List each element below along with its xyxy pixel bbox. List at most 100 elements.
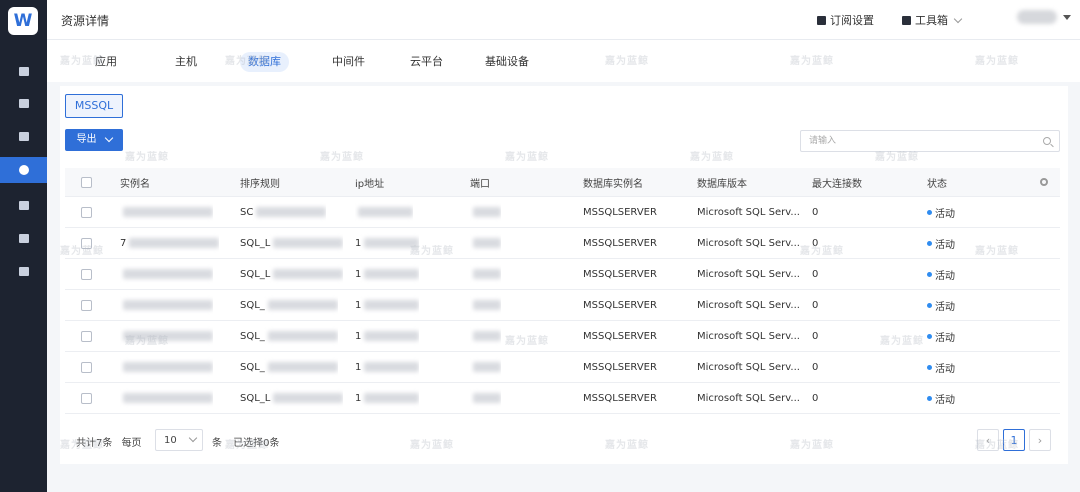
- page-size-select[interactable]: 10: [155, 429, 203, 451]
- toolbox-dropdown[interactable]: 工具箱: [902, 12, 963, 28]
- redacted-value: [473, 238, 501, 248]
- select-all-checkbox[interactable]: [81, 168, 92, 196]
- cell-text: MSSQLSERVER: [583, 206, 657, 218]
- row-checkbox[interactable]: [81, 290, 92, 320]
- page-number-button[interactable]: 1: [1003, 429, 1025, 451]
- cell-max-conn: 0: [812, 290, 818, 320]
- cell-text: Microsoft SQL Serv...: [697, 361, 800, 373]
- table-row[interactable]: SQL_L 1 MSSQLSERVER Microsoft SQL Serv... 0 活…: [65, 383, 1060, 414]
- redacted-value: [473, 393, 501, 403]
- cell-text: 7: [120, 237, 127, 249]
- table-row[interactable]: SQL_L 1 MSSQLSERVER Microsoft SQL Serv... 0 活…: [65, 259, 1060, 290]
- table-row[interactable]: SQL_ 1 MSSQLSERVER Microsoft SQL Serv... 0 活动: [65, 352, 1060, 383]
- monitor-icon[interactable]: [0, 125, 47, 147]
- search-input[interactable]: 请输入: [800, 130, 1060, 152]
- row-checkbox[interactable]: [81, 197, 92, 227]
- grid-icon[interactable]: [0, 260, 47, 282]
- redacted-value: [123, 269, 213, 279]
- chevron-down-icon: [188, 433, 197, 443]
- redacted-value: [123, 300, 213, 310]
- table-row[interactable]: 7 SQL_L 1 MSSQLSERVER Microsoft SQL Serv... 0…: [65, 228, 1060, 259]
- col-version: 数据库版本: [697, 178, 747, 190]
- tab-infrastructure[interactable]: 基础设备: [477, 52, 537, 72]
- row-checkbox[interactable]: [81, 321, 92, 351]
- cell-version: Microsoft SQL Serv...: [697, 352, 800, 382]
- cell-text: SQL_: [240, 361, 265, 373]
- cell-status: 活动: [927, 383, 955, 413]
- unit-label: 条: [212, 438, 222, 449]
- cell-version: Microsoft SQL Serv...: [697, 290, 800, 320]
- cell-version: Microsoft SQL Serv...: [697, 321, 800, 351]
- cell-text: 活动: [935, 363, 955, 375]
- col-max-conn: 最大连接数: [812, 178, 862, 190]
- column-settings-gear-icon[interactable]: [1040, 168, 1048, 196]
- cell-text: 0: [812, 268, 819, 280]
- row-checkbox[interactable]: [81, 228, 92, 258]
- cell-instance-name: [120, 321, 213, 351]
- subscribe-settings-button[interactable]: 订阅设置: [817, 12, 874, 28]
- cell-db-instance: MSSQLSERVER: [583, 259, 657, 289]
- table-row[interactable]: SQL_ 1 MSSQLSERVER Microsoft SQL Serv... 0 活动: [65, 321, 1060, 352]
- document-icon[interactable]: [0, 92, 47, 114]
- cell-text: 活动: [935, 301, 955, 313]
- table-row[interactable]: SC MSSQLSERVER Microsoft SQL Serv... 0 活动: [65, 197, 1060, 228]
- cell-text: 活动: [935, 394, 955, 406]
- per-page-label: 每页: [121, 438, 142, 449]
- cell-text: 1: [355, 237, 362, 249]
- chat-icon[interactable]: [0, 227, 47, 249]
- total-count: 共计7条: [76, 438, 113, 449]
- toolbox-label: 工具箱: [915, 14, 948, 27]
- cell-port: [470, 352, 501, 382]
- cell-text: MSSQLSERVER: [583, 392, 657, 404]
- row-checkbox[interactable]: [81, 352, 92, 382]
- export-button[interactable]: 导出: [65, 129, 123, 151]
- cell-version: Microsoft SQL Serv...: [697, 383, 800, 413]
- db-type-tab-mssql[interactable]: MSSQL: [65, 94, 123, 118]
- tab-middleware[interactable]: 中间件: [324, 52, 373, 72]
- app-logo[interactable]: W: [8, 7, 38, 35]
- cell-db-instance: MSSQLSERVER: [583, 321, 657, 351]
- redacted-value: [473, 269, 501, 279]
- redacted-value: [358, 207, 413, 217]
- redacted-value: [256, 207, 327, 217]
- cell-db-instance: MSSQLSERVER: [583, 352, 657, 382]
- selected-count: 已选择0条: [233, 438, 280, 449]
- cell-text: MSSQLSERVER: [583, 299, 657, 311]
- cell-ip: 1: [355, 352, 420, 382]
- table-row[interactable]: SQL_ 1 MSSQLSERVER Microsoft SQL Serv... 0 活动: [65, 290, 1060, 321]
- cell-ip: 1: [355, 228, 420, 258]
- prev-page-button[interactable]: ‹: [977, 429, 999, 451]
- home-icon[interactable]: [0, 60, 47, 82]
- cell-text: MSSQLSERVER: [583, 361, 657, 373]
- cell-text: Microsoft SQL Serv...: [697, 206, 800, 218]
- cell-text: 0: [812, 206, 819, 218]
- search-icon[interactable]: [1043, 137, 1051, 145]
- cell-collation: SQL_: [240, 290, 338, 320]
- status-dot-icon: [927, 271, 932, 277]
- cell-text: SQL_L: [240, 268, 271, 280]
- redacted-value: [473, 331, 501, 341]
- next-page-button[interactable]: ›: [1029, 429, 1051, 451]
- cell-max-conn: 0: [812, 383, 818, 413]
- cell-instance-name: [120, 383, 213, 413]
- tab-host[interactable]: 主机: [167, 52, 205, 72]
- cell-version: Microsoft SQL Serv...: [697, 259, 800, 289]
- col-port: 端口: [470, 178, 490, 190]
- tab-cloud[interactable]: 云平台: [402, 52, 451, 72]
- tab-app[interactable]: 应用: [87, 52, 125, 72]
- cell-collation: SQL_L: [240, 259, 344, 289]
- redacted-value: [364, 300, 420, 310]
- cell-db-instance: MSSQLSERVER: [583, 383, 657, 413]
- resource-icon[interactable]: [0, 157, 47, 183]
- row-checkbox[interactable]: [81, 259, 92, 289]
- cell-collation: SQL_L: [240, 228, 344, 258]
- cell-port: [470, 290, 501, 320]
- tab-database[interactable]: 数据库: [240, 52, 289, 72]
- redacted-value: [123, 362, 213, 372]
- user-avatar[interactable]: [1017, 10, 1057, 24]
- disk-icon[interactable]: [0, 194, 47, 216]
- user-menu-caret-icon[interactable]: [1063, 15, 1071, 20]
- cell-status: 活动: [927, 259, 955, 289]
- row-checkbox[interactable]: [81, 383, 92, 413]
- cell-status: 活动: [927, 197, 955, 227]
